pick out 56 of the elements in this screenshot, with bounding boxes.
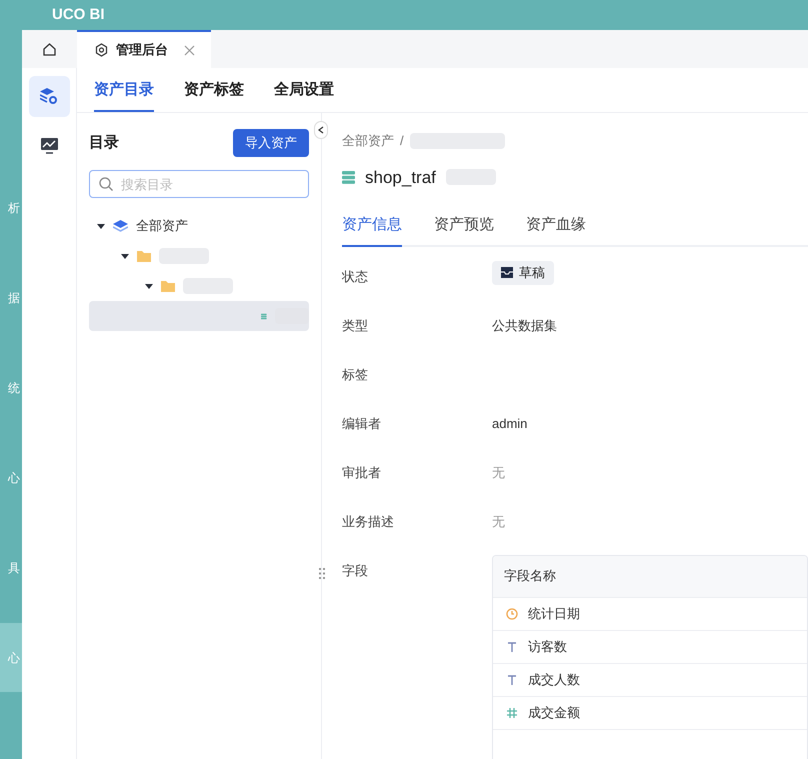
caret-icon[interactable]: [145, 282, 153, 290]
field-name: 成交金额: [528, 704, 580, 722]
text-type-icon: [506, 640, 518, 652]
asset-title: shop_traf: [365, 166, 436, 188]
search-icon: [99, 177, 113, 191]
text-type-icon: [506, 674, 518, 686]
rail-button[interactable]: [28, 76, 70, 117]
blurred-text: [274, 308, 309, 324]
status-badge: 草稿: [492, 260, 554, 284]
module-tab[interactable]: 资产标签: [184, 78, 244, 112]
monitor-chart-icon: [40, 138, 58, 154]
inbox-icon: [501, 267, 513, 278]
chevron-left-icon: [318, 126, 324, 134]
table-icon: [342, 170, 355, 184]
home-icon[interactable]: [43, 42, 56, 56]
breadcrumb-item: /: [400, 132, 404, 150]
caret-icon[interactable]: [121, 252, 129, 260]
info-value: 公共数据集: [492, 316, 557, 334]
info-label: 标签: [342, 366, 369, 384]
asset-tab[interactable]: 资产信息: [342, 214, 402, 246]
page-tab[interactable]: 管理后台: [77, 30, 211, 68]
info-value: admin: [492, 414, 528, 432]
close-icon[interactable]: [184, 44, 195, 56]
info-label: 业务描述: [342, 512, 395, 530]
info-label: 类型: [342, 316, 369, 334]
field-name: 成交人数: [528, 670, 580, 689]
hexagon-gear-icon: [95, 43, 108, 57]
collapse-button[interactable]: [314, 121, 328, 139]
module-tab[interactable]: 资产目录: [94, 78, 154, 112]
hash-icon: [506, 706, 518, 718]
tree-label: 全部资产: [136, 217, 188, 236]
caret-icon[interactable]: [97, 222, 105, 230]
asset-tab[interactable]: 资产预览: [434, 214, 494, 246]
import-button[interactable]: 导入资产: [233, 129, 309, 157]
asset-tab[interactable]: 资产血缘: [526, 214, 586, 246]
catalog-title: 目录: [89, 132, 119, 153]
layers-icon: [113, 220, 128, 232]
app-title: UCO BI: [52, 4, 104, 25]
info-label: 状态: [342, 268, 369, 286]
info-label: 审批者: [342, 464, 382, 482]
folder-icon: [161, 280, 175, 292]
info-value: 无: [492, 512, 505, 530]
info-value: 无: [492, 464, 505, 482]
module-tab[interactable]: 全局设置: [274, 78, 334, 112]
field-name: 访客数: [528, 638, 567, 656]
info-label: 字段: [342, 562, 369, 580]
info-label: 编辑者: [342, 414, 382, 432]
tree-item[interactable]: 全部资产: [89, 211, 309, 241]
search-field[interactable]: 搜索目录: [89, 170, 309, 198]
layers-gear-icon: [40, 88, 58, 105]
field-name: 统计日期: [528, 604, 580, 623]
clock-icon: [506, 608, 518, 620]
table-header: 字段名称: [493, 556, 807, 598]
breadcrumb-item[interactable]: 全部资产: [342, 131, 394, 150]
folder-icon: [137, 250, 151, 262]
drag-handle-icon[interactable]: [319, 568, 325, 579]
